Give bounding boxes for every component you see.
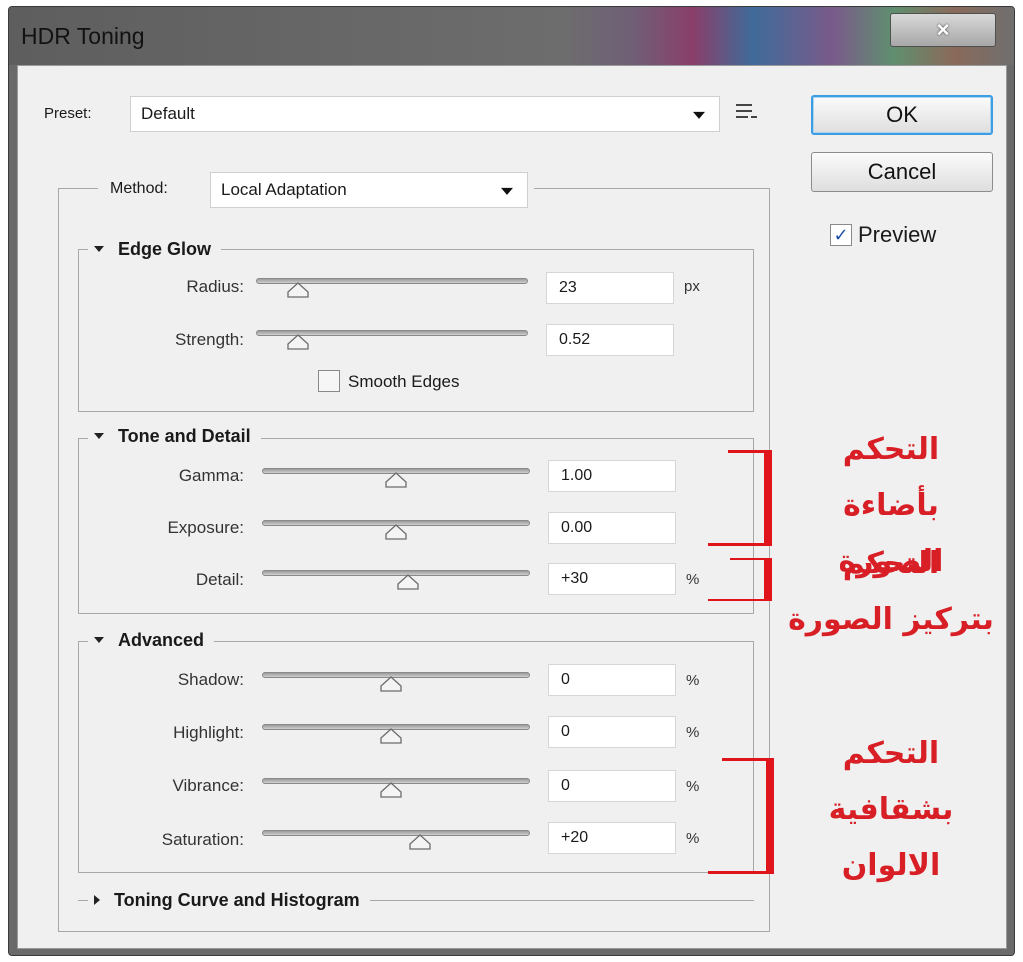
collapse-arrow-icon xyxy=(94,433,104,439)
slider-thumb[interactable] xyxy=(384,524,408,540)
preview-label: Preview xyxy=(858,222,937,247)
gamma-input[interactable]: 1.00 xyxy=(548,460,676,492)
highlight-input[interactable]: 0 xyxy=(548,716,676,748)
focus-annotation-line1: التحكم xyxy=(842,546,940,581)
ok-button[interactable]: OK xyxy=(811,95,993,135)
preview-checkbox[interactable]: ✓ xyxy=(830,224,852,246)
colors-annotation: التحكم بشقافية الالوان xyxy=(786,726,996,894)
slider-thumb[interactable] xyxy=(384,472,408,488)
colors-annotation-line1: التحكم xyxy=(842,736,940,771)
colors-bracket-bottom xyxy=(708,871,774,874)
slider-thumb[interactable] xyxy=(379,728,403,744)
saturation-slider[interactable] xyxy=(262,826,530,856)
preset-label: Preset: xyxy=(44,105,92,122)
slider-track[interactable] xyxy=(262,830,530,836)
method-row: Method: Local Adaptation xyxy=(98,170,534,210)
tone-detail-title: Tone and Detail xyxy=(118,425,251,446)
vibrance-label: Vibrance: xyxy=(172,776,244,795)
saturation-input[interactable]: +20 xyxy=(548,822,676,854)
collapse-arrow-icon xyxy=(94,637,104,643)
method-dropdown[interactable]: Local Adaptation xyxy=(210,172,528,208)
brightness-bracket-bottom xyxy=(708,543,772,546)
brightness-annotation-line1: التحكم xyxy=(842,432,940,467)
shadow-slider[interactable] xyxy=(262,668,530,698)
preset-options-icon[interactable] xyxy=(736,104,758,122)
preset-value: Default xyxy=(141,104,195,123)
strength-slider[interactable] xyxy=(256,326,528,356)
slider-thumb[interactable] xyxy=(396,574,420,590)
slider-thumb[interactable] xyxy=(408,834,432,850)
highlight-unit: % xyxy=(686,724,700,741)
exposure-input[interactable]: 0.00 xyxy=(548,512,676,544)
brightness-bracket-bar xyxy=(764,450,772,546)
exposure-label: Exposure: xyxy=(167,518,244,537)
close-icon: × xyxy=(936,17,950,42)
detail-unit: % xyxy=(686,571,700,588)
collapse-arrow-icon xyxy=(94,246,104,252)
radius-unit: px xyxy=(684,278,700,295)
focus-bracket-bar xyxy=(764,560,772,600)
exposure-slider[interactable] xyxy=(262,516,530,546)
radius-input[interactable]: 23 xyxy=(546,272,674,304)
colors-annotation-line2: بشقافية xyxy=(828,792,954,827)
colors-bracket-bar xyxy=(766,758,774,874)
strength-input[interactable]: 0.52 xyxy=(546,324,674,356)
checkmark-icon: ✓ xyxy=(833,224,849,245)
strength-label: Strength: xyxy=(175,330,244,349)
colors-annotation-line3: الالوان xyxy=(841,848,941,883)
tone-detail-header[interactable]: Tone and Detail xyxy=(88,423,261,449)
highlight-label: Highlight: xyxy=(173,723,244,742)
gamma-slider[interactable] xyxy=(262,464,530,494)
smooth-edges-checkbox[interactable] xyxy=(318,370,340,392)
chevron-down-icon xyxy=(693,111,705,119)
saturation-label: Saturation: xyxy=(161,830,244,849)
detail-input[interactable]: +30 xyxy=(548,563,676,595)
slider-thumb[interactable] xyxy=(379,676,403,692)
smooth-edges-label: Smooth Edges xyxy=(348,372,460,391)
detail-label: Detail: xyxy=(195,570,244,589)
shadow-unit: % xyxy=(686,672,700,689)
hdr-toning-dialog: HDR Toning × Preset: Default OK Cancel ✓… xyxy=(8,6,1015,956)
shadow-label: Shadow: xyxy=(177,670,244,689)
preset-dropdown[interactable]: Default xyxy=(130,96,720,132)
slider-thumb[interactable] xyxy=(379,782,403,798)
radius-slider[interactable] xyxy=(256,274,528,304)
toning-curve-title: Toning Curve and Histogram xyxy=(114,889,360,910)
focus-annotation: التحكم بتركيز الصورة xyxy=(786,536,996,648)
detail-slider[interactable] xyxy=(262,566,530,596)
method-label: Method: xyxy=(110,180,168,197)
cancel-button[interactable]: Cancel xyxy=(811,152,993,192)
method-value: Local Adaptation xyxy=(221,180,347,199)
radius-label: Radius: xyxy=(186,277,244,296)
window-title: HDR Toning xyxy=(21,23,145,49)
focus-annotation-line2: بتركيز الصورة xyxy=(788,602,994,637)
title-bar[interactable]: HDR Toning × xyxy=(9,7,1014,65)
advanced-header[interactable]: Advanced xyxy=(88,627,215,653)
vibrance-input[interactable]: 0 xyxy=(548,770,676,802)
advanced-title: Advanced xyxy=(118,629,205,650)
highlight-slider[interactable] xyxy=(262,720,530,750)
vibrance-unit: % xyxy=(686,778,700,795)
slider-thumb[interactable] xyxy=(286,334,310,350)
slider-thumb[interactable] xyxy=(286,282,310,298)
toning-curve-header[interactable]: Toning Curve and Histogram xyxy=(88,887,370,913)
vibrance-slider[interactable] xyxy=(262,774,530,804)
edge-glow-title: Edge Glow xyxy=(118,238,212,259)
saturation-unit: % xyxy=(686,830,700,847)
expand-arrow-icon xyxy=(94,895,100,905)
gamma-label: Gamma: xyxy=(178,466,244,485)
chevron-down-icon xyxy=(501,187,513,195)
focus-bracket-bottom xyxy=(708,599,772,601)
edge-glow-header[interactable]: Edge Glow xyxy=(88,236,222,262)
dialog-body: Preset: Default OK Cancel ✓ Preview Meth… xyxy=(17,65,1007,949)
close-button[interactable]: × xyxy=(890,13,996,47)
shadow-input[interactable]: 0 xyxy=(548,664,676,696)
